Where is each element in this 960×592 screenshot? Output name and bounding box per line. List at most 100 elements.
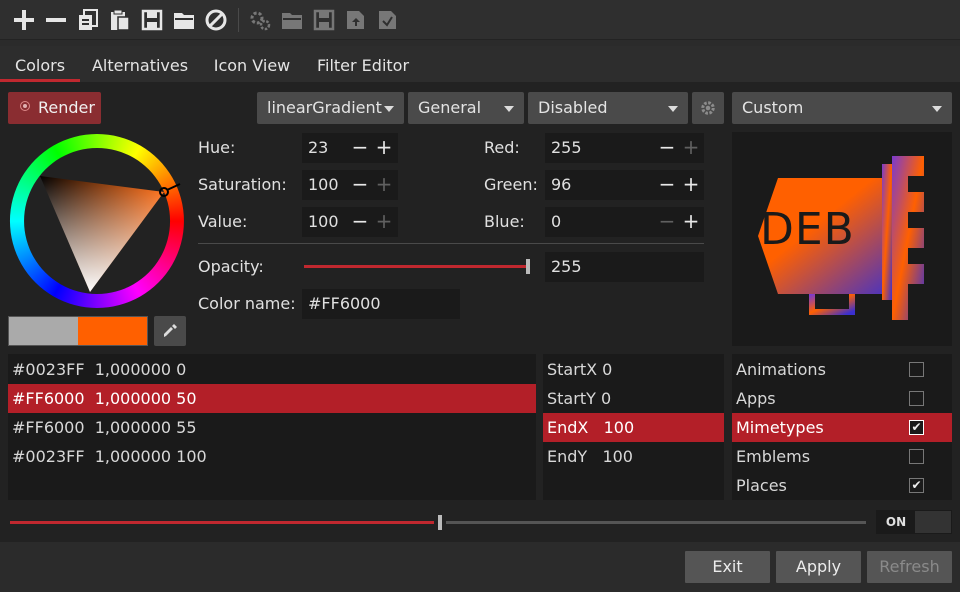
gradient-stops-list: #0023FF 1,000000 0 #FF6000 1,000000 50 #… [8,354,536,500]
category-label: Animations [736,360,826,379]
refresh-button: Refresh [867,551,952,583]
tab-colors[interactable]: Colors [0,46,80,82]
color-swatch-compare [8,316,148,346]
radio-icon [20,101,30,111]
hue-decrement-button[interactable]: − [348,133,372,163]
list-item[interactable]: EndX 100 [543,413,724,442]
list-item[interactable]: #FF6000 1,000000 55 [8,413,536,442]
eyedropper-button[interactable] [154,316,186,346]
color-name-field[interactable]: #FF6000 [302,289,460,319]
blue-spinbox[interactable]: 0 − + [545,207,704,237]
red-label: Red: [484,138,520,157]
list-item[interactable]: Animations [732,355,952,384]
saturation-decrement-button[interactable]: − [348,170,372,200]
toolbar-separator [238,8,239,32]
value-decrement-button[interactable]: − [348,207,372,237]
hue-spinbox[interactable]: 23 − + [302,133,398,163]
blue-decrement-button: − [658,209,676,233]
red-decrement-button[interactable]: − [655,133,679,163]
preview-label: DEB [760,204,855,255]
green-spinbox[interactable]: 96 − + [545,170,704,200]
stop-position-handle[interactable] [438,515,442,530]
clear-icon[interactable] [202,6,230,34]
save-icon[interactable] [138,6,166,34]
current-color-swatch[interactable] [78,317,147,345]
exit-button[interactable]: Exit [685,551,770,583]
previous-color-swatch[interactable] [9,317,78,345]
opacity-label: Opacity: [198,257,264,276]
tab-alternatives[interactable]: Alternatives [84,46,196,82]
saturation-spinbox[interactable]: 100 − + [302,170,398,200]
icon-categories-list: Animations Apps Mimetypes ✔ Emblems Place… [732,354,952,500]
stop-position-fill [10,521,434,524]
value-spinbox[interactable]: 100 − + [302,207,398,237]
category-value: General [418,98,482,117]
category-checkbox[interactable] [909,391,924,406]
settings-gears-icon [246,6,274,34]
settings-button[interactable] [692,92,724,124]
list-item[interactable]: Mimetypes ✔ [732,413,952,442]
category-label: Places [736,476,787,495]
list-item[interactable]: Places ✔ [732,471,952,500]
on-off-toggle[interactable]: ON [876,510,952,534]
category-checkbox[interactable]: ✔ [909,420,924,435]
theme-combo[interactable]: Custom [732,92,952,124]
state-value: Disabled [538,98,608,117]
red-spinbox[interactable]: 255 − + [545,133,704,163]
divider [198,243,704,244]
copy-icon[interactable] [74,6,102,34]
apply-button[interactable]: Apply [776,551,861,583]
state-combo[interactable]: Disabled [528,92,688,124]
import-icon [374,6,402,34]
list-item[interactable]: StartX 0 [543,355,724,384]
list-item[interactable]: #FF6000 1,000000 50 [8,384,536,413]
saturation-value: 100 [308,175,339,194]
blue-label: Blue: [484,212,525,231]
chevron-down-icon [932,106,942,112]
color-wheel[interactable] [8,132,186,310]
blue-increment-button[interactable]: + [679,207,703,237]
green-decrement-button[interactable]: − [655,170,679,200]
blue-value: 0 [551,212,562,231]
list-item[interactable]: EndY 100 [543,442,724,471]
category-checkbox[interactable] [909,362,924,377]
list-item[interactable]: #0023FF 1,000000 100 [8,442,536,471]
value-increment-button: + [375,209,393,233]
category-combo[interactable]: General [408,92,524,124]
red-increment-button: + [682,135,700,159]
opacity-slider-fill [304,265,526,268]
opacity-field[interactable]: 255 [545,252,704,282]
theme-value: Custom [742,98,804,117]
export-icon [342,6,370,34]
render-button[interactable]: Render [8,92,101,124]
saturation-increment-button: + [375,172,393,196]
list-item[interactable]: Emblems [732,442,952,471]
hue-increment-button[interactable]: + [372,133,396,163]
tab-filter-editor[interactable]: Filter Editor [308,46,418,82]
tab-icon-view[interactable]: Icon View [204,46,300,82]
chevron-down-icon [384,106,394,112]
category-checkbox[interactable] [909,449,924,464]
list-item[interactable]: StartY 0 [543,384,724,413]
gear-icon [701,101,715,115]
tab-bar: Colors Alternatives Icon View Filter Edi… [0,46,960,82]
green-increment-button[interactable]: + [679,170,703,200]
gradient-type-combo[interactable]: linearGradient [257,92,404,124]
toggle-label: ON [877,511,915,533]
opacity-slider-handle[interactable] [526,259,530,274]
hue-label: Hue: [198,138,236,157]
chevron-down-icon [504,106,514,112]
open-folder-icon[interactable] [170,6,198,34]
list-item[interactable]: Apps [732,384,952,413]
gradient-type-value: linearGradient [267,98,382,117]
category-checkbox[interactable]: ✔ [909,478,924,493]
render-label: Render [38,98,95,117]
stop-position-slider[interactable] [10,512,866,532]
list-item[interactable]: #0023FF 1,000000 0 [8,355,536,384]
gradient-coords-list: StartX 0 StartY 0 EndX 100 EndY 100 [543,354,724,500]
paste-icon[interactable] [106,6,134,34]
add-icon[interactable] [10,6,38,34]
remove-icon[interactable] [42,6,70,34]
opacity-slider[interactable] [304,258,530,276]
saturation-label: Saturation: [198,175,287,194]
